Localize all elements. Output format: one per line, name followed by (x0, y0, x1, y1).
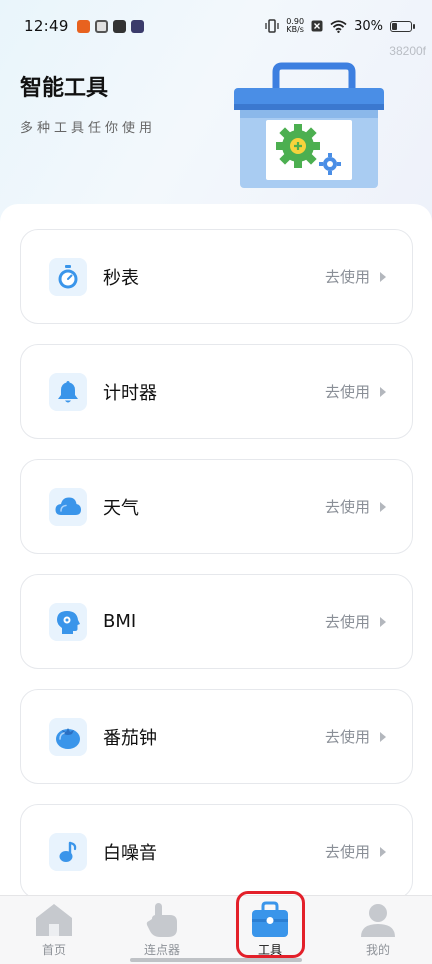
tool-name: 秒表 (103, 267, 139, 289)
tab-label: 我的 (365, 943, 390, 957)
page-subtitle: 多种工具任你使用 (20, 121, 157, 136)
tab-label: 工具 (257, 943, 282, 957)
status-time: 12:49 (24, 17, 69, 35)
play-notification-icon (130, 19, 144, 33)
tab-profile[interactable]: 我的 (324, 896, 432, 964)
sim-off-icon (311, 20, 323, 32)
tool-name: 天气 (103, 497, 139, 519)
tool-card-white-noise[interactable]: 白噪音 去使用 (20, 804, 413, 899)
tab-label: 首页 (41, 943, 66, 957)
wifi-icon (330, 19, 347, 33)
tool-card-bmi[interactable]: BMI 去使用 (20, 574, 413, 669)
chevron-right-icon (380, 501, 386, 512)
use-button[interactable]: 去使用 (325, 611, 370, 632)
music-note-icon (49, 832, 87, 871)
tool-name: 番茄钟 (103, 727, 157, 749)
head-profile-icon (49, 602, 87, 641)
use-button[interactable]: 去使用 (325, 266, 370, 287)
page-title: 智能工具 (20, 76, 109, 101)
vibrate-icon (265, 19, 279, 33)
home-indicator[interactable] (130, 958, 302, 962)
tool-name: 计时器 (103, 382, 157, 404)
tool-card-pomodoro[interactable]: 番茄钟 去使用 (20, 689, 413, 784)
tab-home[interactable]: 首页 (0, 896, 108, 964)
app-notification-icon (76, 19, 90, 33)
battery-fill (392, 22, 397, 30)
notification-icons (76, 19, 144, 33)
user-icon (358, 901, 398, 939)
bell-icon (49, 372, 87, 411)
use-button[interactable]: 去使用 (325, 841, 370, 862)
mail-notification-icon (112, 19, 126, 33)
build-tag: 38200f (389, 44, 426, 58)
use-button[interactable]: 去使用 (325, 381, 370, 402)
tab-label: 连点器 (143, 943, 180, 957)
tool-name: 白噪音 (103, 842, 157, 864)
tab-tools[interactable]: 工具 (216, 896, 324, 964)
tool-name: BMI (103, 611, 137, 632)
use-button[interactable]: 去使用 (325, 726, 370, 747)
toolbox-icon (250, 901, 290, 939)
app-notification-icon (94, 19, 108, 33)
bottom-tab-bar: 首页 连点器 工具 我的 (0, 895, 432, 964)
use-button[interactable]: 去使用 (325, 496, 370, 517)
stopwatch-icon (49, 257, 87, 296)
chevron-right-icon (380, 846, 386, 857)
tool-card-weather[interactable]: 天气 去使用 (20, 459, 413, 554)
home-icon (34, 901, 74, 939)
tool-card-timer[interactable]: 计时器 去使用 (20, 344, 413, 439)
tab-auto-clicker[interactable]: 连点器 (108, 896, 216, 964)
toolbox-illustration (234, 62, 384, 188)
status-right: 0.90 KB/s 30% (265, 18, 415, 34)
tomato-icon (49, 717, 87, 756)
net-speed-unit: KB/s (286, 25, 304, 34)
chevron-right-icon (380, 616, 386, 627)
chevron-right-icon (380, 271, 386, 282)
battery-percent: 30% (354, 18, 383, 34)
tool-card-stopwatch[interactable]: 秒表 去使用 (20, 229, 413, 324)
chevron-right-icon (380, 386, 386, 397)
cloud-icon (49, 487, 87, 526)
network-speed: 0.90 KB/s (286, 18, 304, 34)
chevron-right-icon (380, 731, 386, 742)
status-bar: 12:49 0.90 KB/s 30% (0, 0, 432, 52)
tool-list: 秒表 去使用 计时器 去使用 天气 去使用 BMI 去使用 番茄钟 去使用 白噪… (20, 229, 413, 919)
battery-icon (390, 20, 415, 32)
tap-hand-icon (142, 901, 182, 939)
